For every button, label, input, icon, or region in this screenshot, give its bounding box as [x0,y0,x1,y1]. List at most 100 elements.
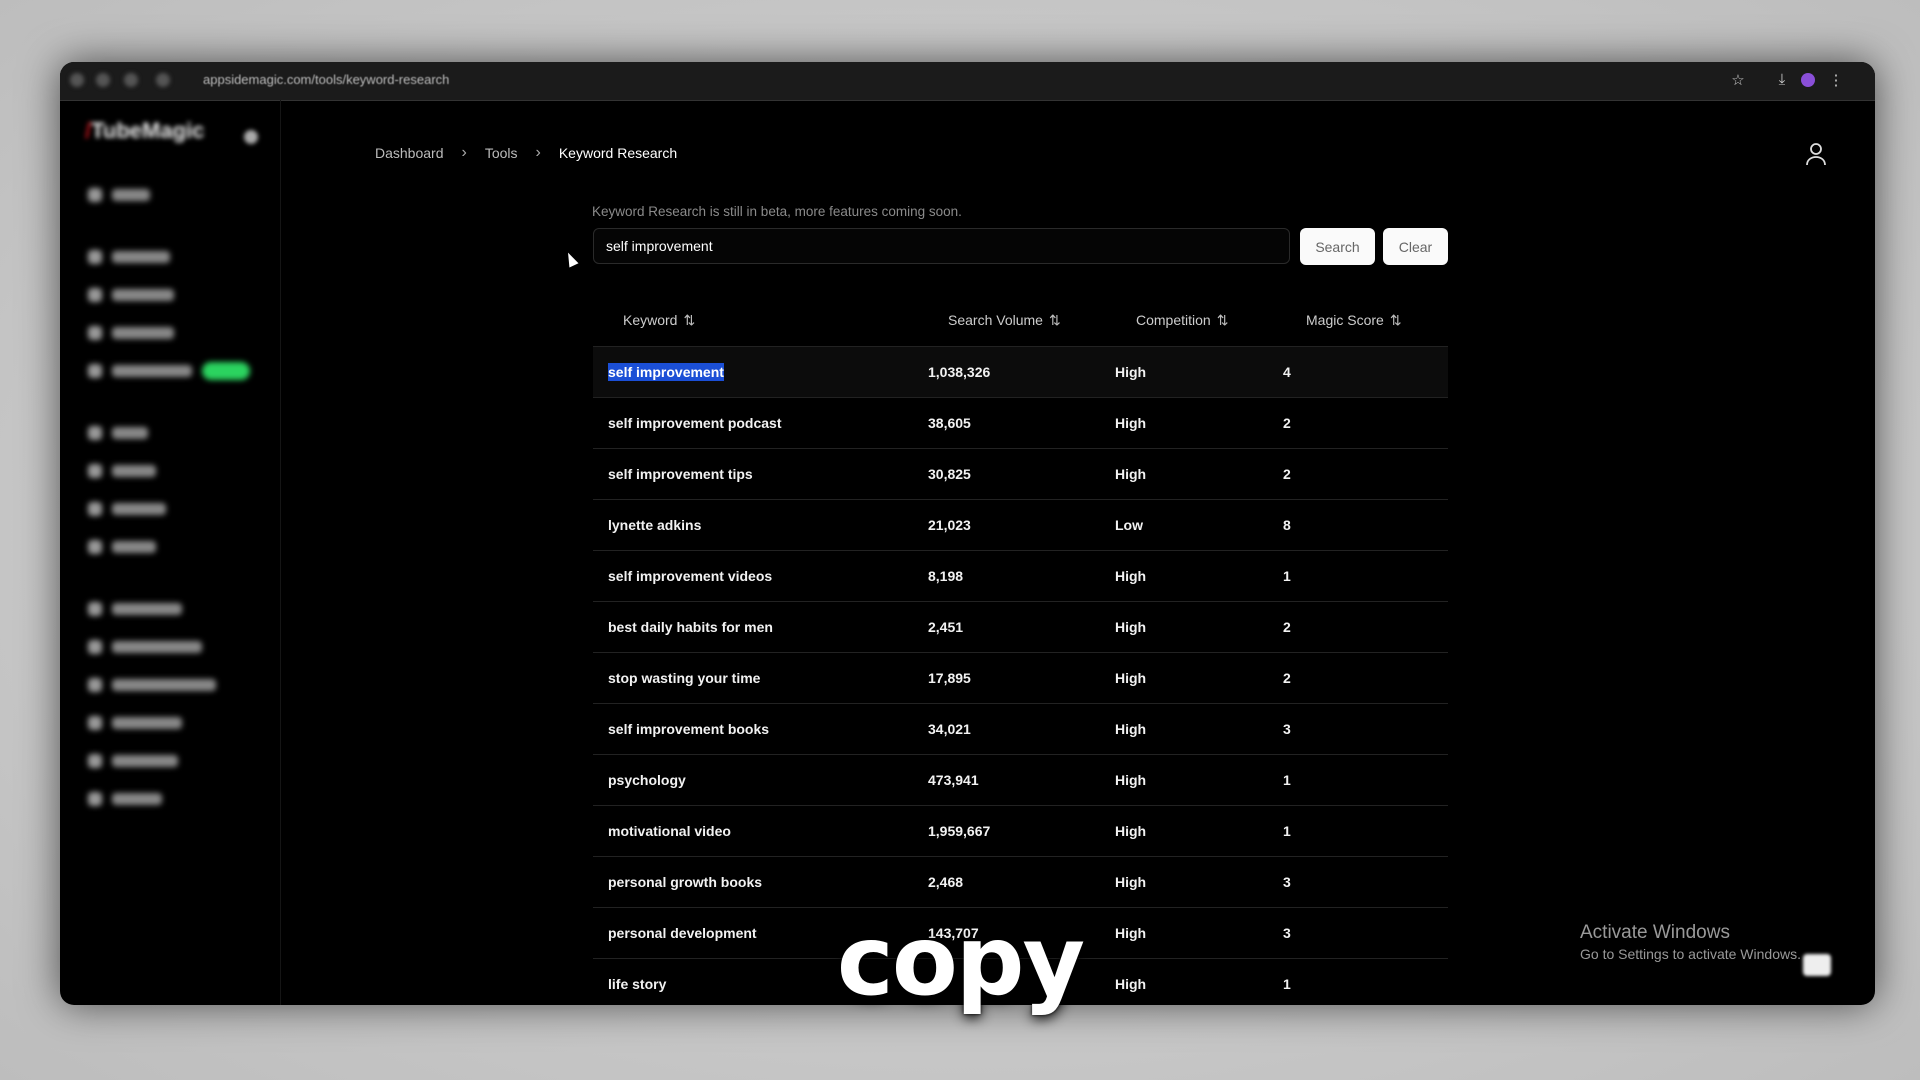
chevron-right-icon: › [535,144,541,161]
cell-competition: Low [1115,517,1143,533]
keyword-table: Keyword ⇅ Search Volume ⇅ Competition ⇅ Mag… [593,292,1448,1005]
address-bar[interactable]: appsidemagic.com/tools/keyword-research [203,72,449,87]
sidebar-item[interactable] [88,538,156,556]
menu-icon[interactable]: ⋮ [1827,71,1845,89]
column-header-keyword[interactable]: Keyword ⇅ [623,312,695,329]
chevron-right-icon: › [461,144,467,161]
cell-competition: High [1115,772,1147,788]
table-row[interactable]: best daily habits for men 2,451 High 2 [593,602,1448,653]
cell-keyword: best daily habits for men [608,619,773,635]
download-icon[interactable]: ⤓ [1773,71,1791,89]
logo[interactable]: /TubeMagic [85,118,204,144]
sidebar-item[interactable] [88,752,178,770]
sidebar: /TubeMagic [60,100,281,1005]
column-header-magic-score[interactable]: Magic Score ⇅ [1306,312,1402,329]
cell-score: 2 [1283,466,1291,482]
cell-score: 8 [1283,517,1291,533]
cell-keyword: personal growth books [608,874,763,890]
cell-competition: High [1115,364,1147,380]
cell-keyword: self improvement videos [608,568,773,584]
sidebar-item[interactable] [88,638,202,656]
column-header-search-volume[interactable]: Search Volume ⇅ [948,312,1061,329]
cell-competition: High [1115,670,1147,686]
sidebar-item[interactable] [88,462,156,480]
cell-competition: High [1115,619,1147,635]
cell-score: 4 [1283,364,1291,380]
breadcrumb-current: Keyword Research [558,145,678,161]
sort-icon: ⇅ [1216,312,1229,328]
new-badge [202,362,250,380]
cell-volume: 30,825 [928,466,971,482]
sidebar-item[interactable] [88,714,182,732]
back-icon[interactable] [70,73,84,87]
cell-keyword: stop wasting your time [608,670,761,686]
sidebar-item[interactable] [88,362,250,380]
table-row[interactable]: self improvement videos 8,198 High 1 [593,551,1448,602]
clear-button[interactable]: Clear [1383,228,1448,265]
profile-icon[interactable] [1801,73,1815,87]
user-icon[interactable] [1805,142,1827,166]
cell-score: 2 [1283,619,1291,635]
cell-competition: High [1115,874,1147,890]
cell-volume: 38,605 [928,415,971,431]
cell-score: 1 [1283,568,1291,584]
cell-keyword: motivational video [608,823,731,839]
video-caption: copy [836,905,1085,1017]
column-header-competition[interactable]: Competition ⇅ [1136,312,1228,329]
cell-volume: 1,959,667 [928,823,991,839]
cell-volume: 21,023 [928,517,971,533]
sidebar-item[interactable] [88,248,170,266]
cell-volume: 473,941 [928,772,979,788]
cell-competition: High [1115,721,1147,737]
beta-notice: Keyword Research is still in beta, more … [592,204,962,219]
sidebar-item[interactable] [88,676,216,694]
mouse-cursor [563,250,579,268]
table-row[interactable]: lynette adkins 21,023 Low 8 [593,500,1448,551]
cell-score: 3 [1283,874,1291,890]
browser-window: appsidemagic.com/tools/keyword-research … [60,62,1875,1005]
table-row[interactable]: self improvement books 34,021 High 3 [593,704,1448,755]
table-row[interactable]: self improvement 1,038,326 High 4 [593,347,1448,398]
sidebar-item[interactable] [88,424,148,442]
cell-volume: 8,198 [928,568,964,584]
cell-volume: 2,468 [928,874,964,890]
cell-keyword: lynette adkins [608,517,702,533]
forward-icon[interactable] [96,73,110,87]
cell-competition: High [1115,466,1147,482]
sidebar-item[interactable] [88,186,150,204]
site-info-icon[interactable] [156,73,170,87]
sort-icon: ⇅ [683,312,696,328]
cell-score: 1 [1283,772,1291,788]
browser-toolbar: appsidemagic.com/tools/keyword-research … [60,62,1875,101]
table-row[interactable]: self improvement podcast 38,605 High 2 [593,398,1448,449]
table-row[interactable]: personal growth books 2,468 High 3 [593,857,1448,908]
collapse-sidebar-icon[interactable] [244,130,258,144]
cell-score: 1 [1283,823,1291,839]
breadcrumb-dashboard[interactable]: Dashboard [375,145,444,161]
sidebar-item[interactable] [88,790,162,808]
cell-keyword: self improvement tips [608,466,753,482]
table-row[interactable]: motivational video 1,959,667 High 1 [593,806,1448,857]
breadcrumb: Dashboard › Tools › Keyword Research [375,144,677,162]
sort-icon: ⇅ [1389,312,1402,328]
star-icon[interactable]: ☆ [1729,71,1747,89]
cell-score: 3 [1283,721,1291,737]
reload-icon[interactable] [124,73,138,87]
table-row[interactable]: psychology 473,941 High 1 [593,755,1448,806]
table-row[interactable]: self improvement tips 30,825 High 2 [593,449,1448,500]
cell-keyword: self improvement [608,363,724,381]
cell-volume: 34,021 [928,721,971,737]
cell-keyword: self improvement podcast [608,415,782,431]
cell-volume: 1,038,326 [928,364,991,380]
cell-keyword: self improvement books [608,721,770,737]
sidebar-item[interactable] [88,286,174,304]
sidebar-item[interactable] [88,600,182,618]
search-button[interactable]: Search [1300,228,1375,265]
keyword-search-input[interactable] [593,228,1290,264]
sidebar-item[interactable] [88,324,174,342]
cell-volume: 2,451 [928,619,964,635]
breadcrumb-tools[interactable]: Tools [485,145,518,161]
sidebar-item[interactable] [88,500,166,518]
table-header: Keyword ⇅ Search Volume ⇅ Competition ⇅ Mag… [593,292,1448,347]
table-row[interactable]: stop wasting your time 17,895 High 2 [593,653,1448,704]
